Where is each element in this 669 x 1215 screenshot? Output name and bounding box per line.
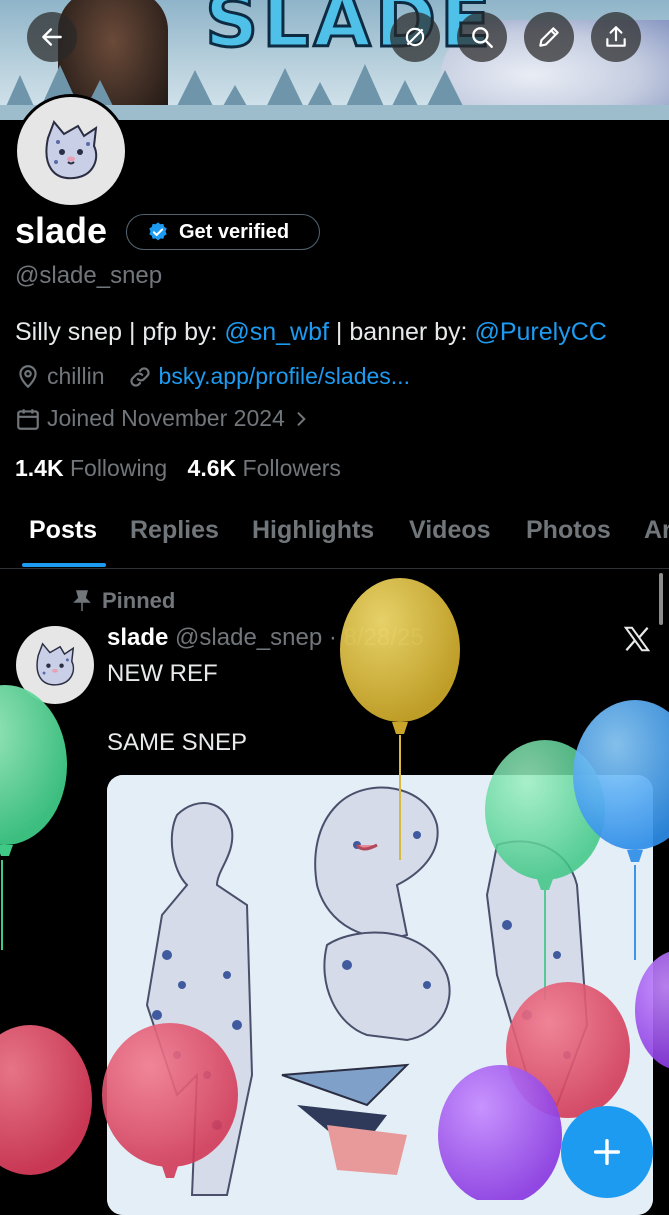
profile-bio: Silly snep | pfp by: @sn_wbf | banner by… <box>15 318 607 347</box>
search-icon <box>472 27 493 48</box>
grok-icon <box>405 27 425 47</box>
back-arrow-icon <box>42 28 62 46</box>
snow-leopard-avatar-art <box>45 120 98 180</box>
edit-button[interactable] <box>524 12 574 62</box>
post-header: slade @slade_snep · 8/28/25 <box>107 624 424 652</box>
follow-stats: 1.4K Following 4.6K Followers <box>15 455 341 482</box>
post-separator: · <box>322 624 344 651</box>
pinned-label: Pinned <box>102 588 176 613</box>
following-stat[interactable]: 1.4K Following <box>15 455 167 481</box>
get-verified-button[interactable]: Get verified <box>126 214 320 250</box>
search-button[interactable] <box>457 12 507 62</box>
link-icon <box>129 366 150 387</box>
followers-count: 4.6K <box>187 455 237 481</box>
get-verified-label: Get verified <box>179 220 290 243</box>
website-link[interactable]: bsky.app/profile/slades... <box>159 363 410 390</box>
pin-icon <box>73 590 91 611</box>
post-author-name[interactable]: slade <box>107 624 168 651</box>
location-text: chillin <box>47 363 105 389</box>
post-author-avatar[interactable] <box>16 626 94 704</box>
grok-button[interactable] <box>390 12 440 62</box>
location-icon <box>19 364 37 388</box>
following-count: 1.4K <box>15 455 64 481</box>
verified-badge-icon <box>149 222 167 241</box>
bio-mention-banner[interactable]: @PurelyCC <box>474 318 606 346</box>
balloon-red-left <box>0 1025 92 1175</box>
share-button[interactable] <box>591 12 641 62</box>
profile-name: slade <box>15 210 108 251</box>
snow-leopard-avatar-art-small <box>36 642 75 686</box>
chevron-right-icon <box>297 411 306 426</box>
scrollbar[interactable] <box>659 573 663 625</box>
following-label: Following <box>69 455 168 481</box>
joined-text: Joined November 2024 <box>47 405 285 431</box>
profile-avatar[interactable] <box>14 94 128 208</box>
edit-icon <box>539 27 559 47</box>
profile-tabs: Posts Replies Highlights Videos Photos A… <box>0 500 669 569</box>
balloon-green-left <box>0 685 67 950</box>
followers-label: Followers <box>242 455 341 481</box>
tab-articles[interactable]: Ar <box>644 516 669 545</box>
post-date[interactable]: 8/28/25 <box>344 624 424 651</box>
bio-mention-pfp[interactable]: @sn_wbf <box>224 318 329 346</box>
profile-meta-row: chillin bsky.app/profile/slades... <box>15 363 410 390</box>
tab-videos[interactable]: Videos <box>409 516 491 545</box>
tab-highlights[interactable]: Highlights <box>252 516 374 545</box>
plus-icon <box>593 1138 621 1166</box>
x-logo-icon[interactable] <box>622 624 652 654</box>
followers-stat[interactable]: 4.6K Followers <box>188 455 341 481</box>
post-text-line-2: SAME SNEP <box>107 729 248 756</box>
share-icon <box>606 26 626 47</box>
joined-row[interactable]: Joined November 2024 <box>15 405 311 432</box>
back-button[interactable] <box>27 12 77 62</box>
tab-posts[interactable]: Posts <box>29 516 97 545</box>
post-author-handle[interactable]: @slade_snep <box>175 624 322 651</box>
bio-text-prefix: Silly snep | pfp by: <box>15 318 225 346</box>
pinned-indicator: Pinned <box>72 588 175 614</box>
tab-replies[interactable]: Replies <box>130 516 219 545</box>
active-tab-indicator <box>22 563 106 567</box>
banner-title-art: SLADE <box>204 0 495 66</box>
profile-handle: @slade_snep <box>15 262 163 289</box>
calendar-icon <box>17 408 39 430</box>
tab-photos[interactable]: Photos <box>526 516 611 545</box>
compose-post-button[interactable] <box>561 1106 653 1198</box>
bio-text-middle: | banner by: <box>328 318 475 346</box>
post-text-line-1: NEW REF <box>107 660 218 687</box>
